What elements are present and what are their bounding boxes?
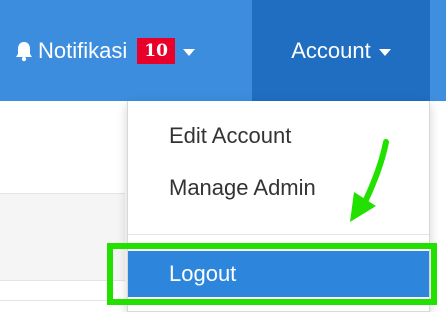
chevron-down-icon (378, 48, 391, 56)
navbar-edge (430, 0, 446, 101)
notifications-label: Notifikasi (38, 37, 128, 63)
notification-count-badge: 10 (137, 37, 175, 64)
bell-icon (16, 41, 32, 61)
page-content-row (0, 193, 125, 281)
account-menu-toggle[interactable]: Account (252, 0, 430, 101)
account-label: Account (291, 37, 371, 63)
logout-menu-item[interactable]: Logout (128, 251, 429, 297)
green-arrow-annotation (350, 139, 389, 222)
logout-label: Logout (169, 261, 237, 286)
top-navbar: Notifikasi 10 Account (0, 0, 446, 101)
page-divider (0, 300, 125, 301)
chevron-down-icon (182, 48, 195, 56)
notifications-menu-toggle[interactable]: Notifikasi 10 (0, 0, 250, 101)
